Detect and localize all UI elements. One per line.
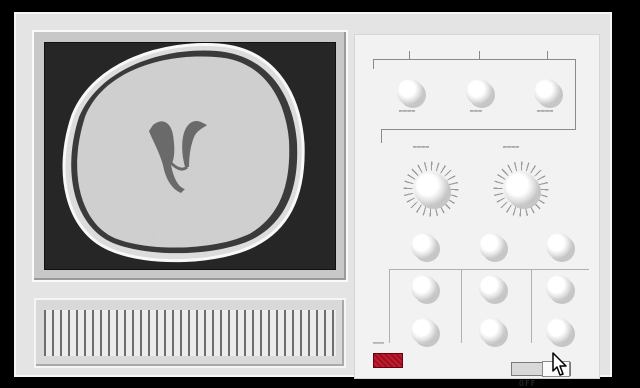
panel-line	[373, 59, 575, 60]
mouse-cursor-icon	[552, 352, 567, 376]
panel-line	[575, 59, 576, 129]
power-label-glyph: ▔▔▔	[373, 343, 384, 350]
panel-line	[381, 129, 382, 143]
control-dial[interactable]	[504, 172, 538, 206]
panel-line	[531, 269, 532, 343]
monitor-bezel	[32, 30, 348, 282]
control-knob[interactable]	[397, 79, 423, 105]
panel-line	[461, 269, 462, 343]
control-knob[interactable]	[546, 318, 572, 344]
control-panel: ▔▔▔▔ ▔▔▔ ▔▔▔▔ ▔▔▔▔ ▔▔▔▔ ▔▔▔ OFF	[354, 34, 600, 388]
monitor-screen[interactable]	[44, 42, 336, 270]
control-knob[interactable]	[479, 318, 505, 344]
control-knob[interactable]	[411, 318, 437, 344]
knob-label-glyph: ▔▔▔	[470, 111, 483, 118]
panel-line	[389, 269, 390, 343]
console-cabinet: ▔▔▔▔ ▔▔▔ ▔▔▔▔ ▔▔▔▔ ▔▔▔▔ ▔▔▔ OFF	[14, 12, 612, 388]
speaker-grille	[34, 298, 346, 368]
control-knob[interactable]	[534, 79, 560, 105]
control-knob[interactable]	[411, 233, 437, 259]
dial-label-glyph: ▔▔▔▔	[413, 147, 430, 154]
control-knob[interactable]	[479, 275, 505, 301]
control-dial[interactable]	[414, 172, 448, 206]
brain-scan-image	[62, 43, 305, 263]
grille-slats	[44, 310, 336, 356]
power-switch-label: OFF	[519, 379, 537, 388]
power-indicator-light	[373, 353, 403, 368]
panel-line	[547, 51, 548, 60]
panel-line	[479, 51, 480, 60]
panel-line	[389, 269, 589, 270]
control-knob[interactable]	[546, 275, 572, 301]
control-knob[interactable]	[479, 233, 505, 259]
control-knob[interactable]	[411, 275, 437, 301]
panel-line	[409, 51, 410, 60]
knob-label-glyph: ▔▔▔▔	[537, 111, 554, 118]
panel-line	[373, 59, 374, 69]
control-knob[interactable]	[546, 233, 572, 259]
dial-label-glyph: ▔▔▔▔	[503, 147, 520, 154]
knob-label-glyph: ▔▔▔▔	[399, 111, 416, 118]
control-knob[interactable]	[466, 79, 492, 105]
panel-line	[381, 129, 576, 130]
